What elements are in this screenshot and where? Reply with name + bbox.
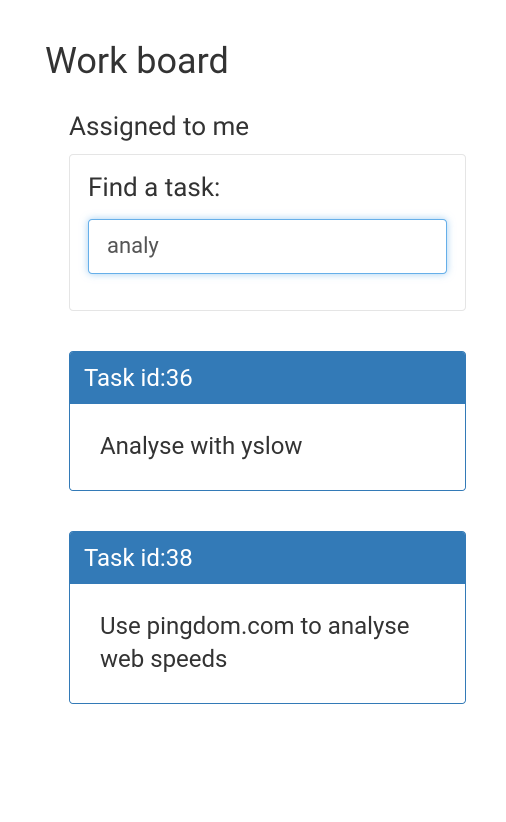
task-body: Use pingdom.com to analyse web speeds bbox=[70, 584, 465, 703]
task-card[interactable]: Task id:38 Use pingdom.com to analyse we… bbox=[69, 531, 466, 704]
task-body: Analyse with yslow bbox=[70, 404, 465, 490]
task-header: Task id:36 bbox=[70, 352, 465, 404]
search-label: Find a task: bbox=[88, 173, 447, 203]
search-input[interactable] bbox=[88, 219, 447, 274]
task-header: Task id:38 bbox=[70, 532, 465, 584]
search-panel: Find a task: bbox=[69, 154, 466, 311]
page-title: Work board bbox=[45, 40, 466, 82]
task-card[interactable]: Task id:36 Analyse with yslow bbox=[69, 351, 466, 491]
section-title: Assigned to me bbox=[69, 112, 466, 142]
